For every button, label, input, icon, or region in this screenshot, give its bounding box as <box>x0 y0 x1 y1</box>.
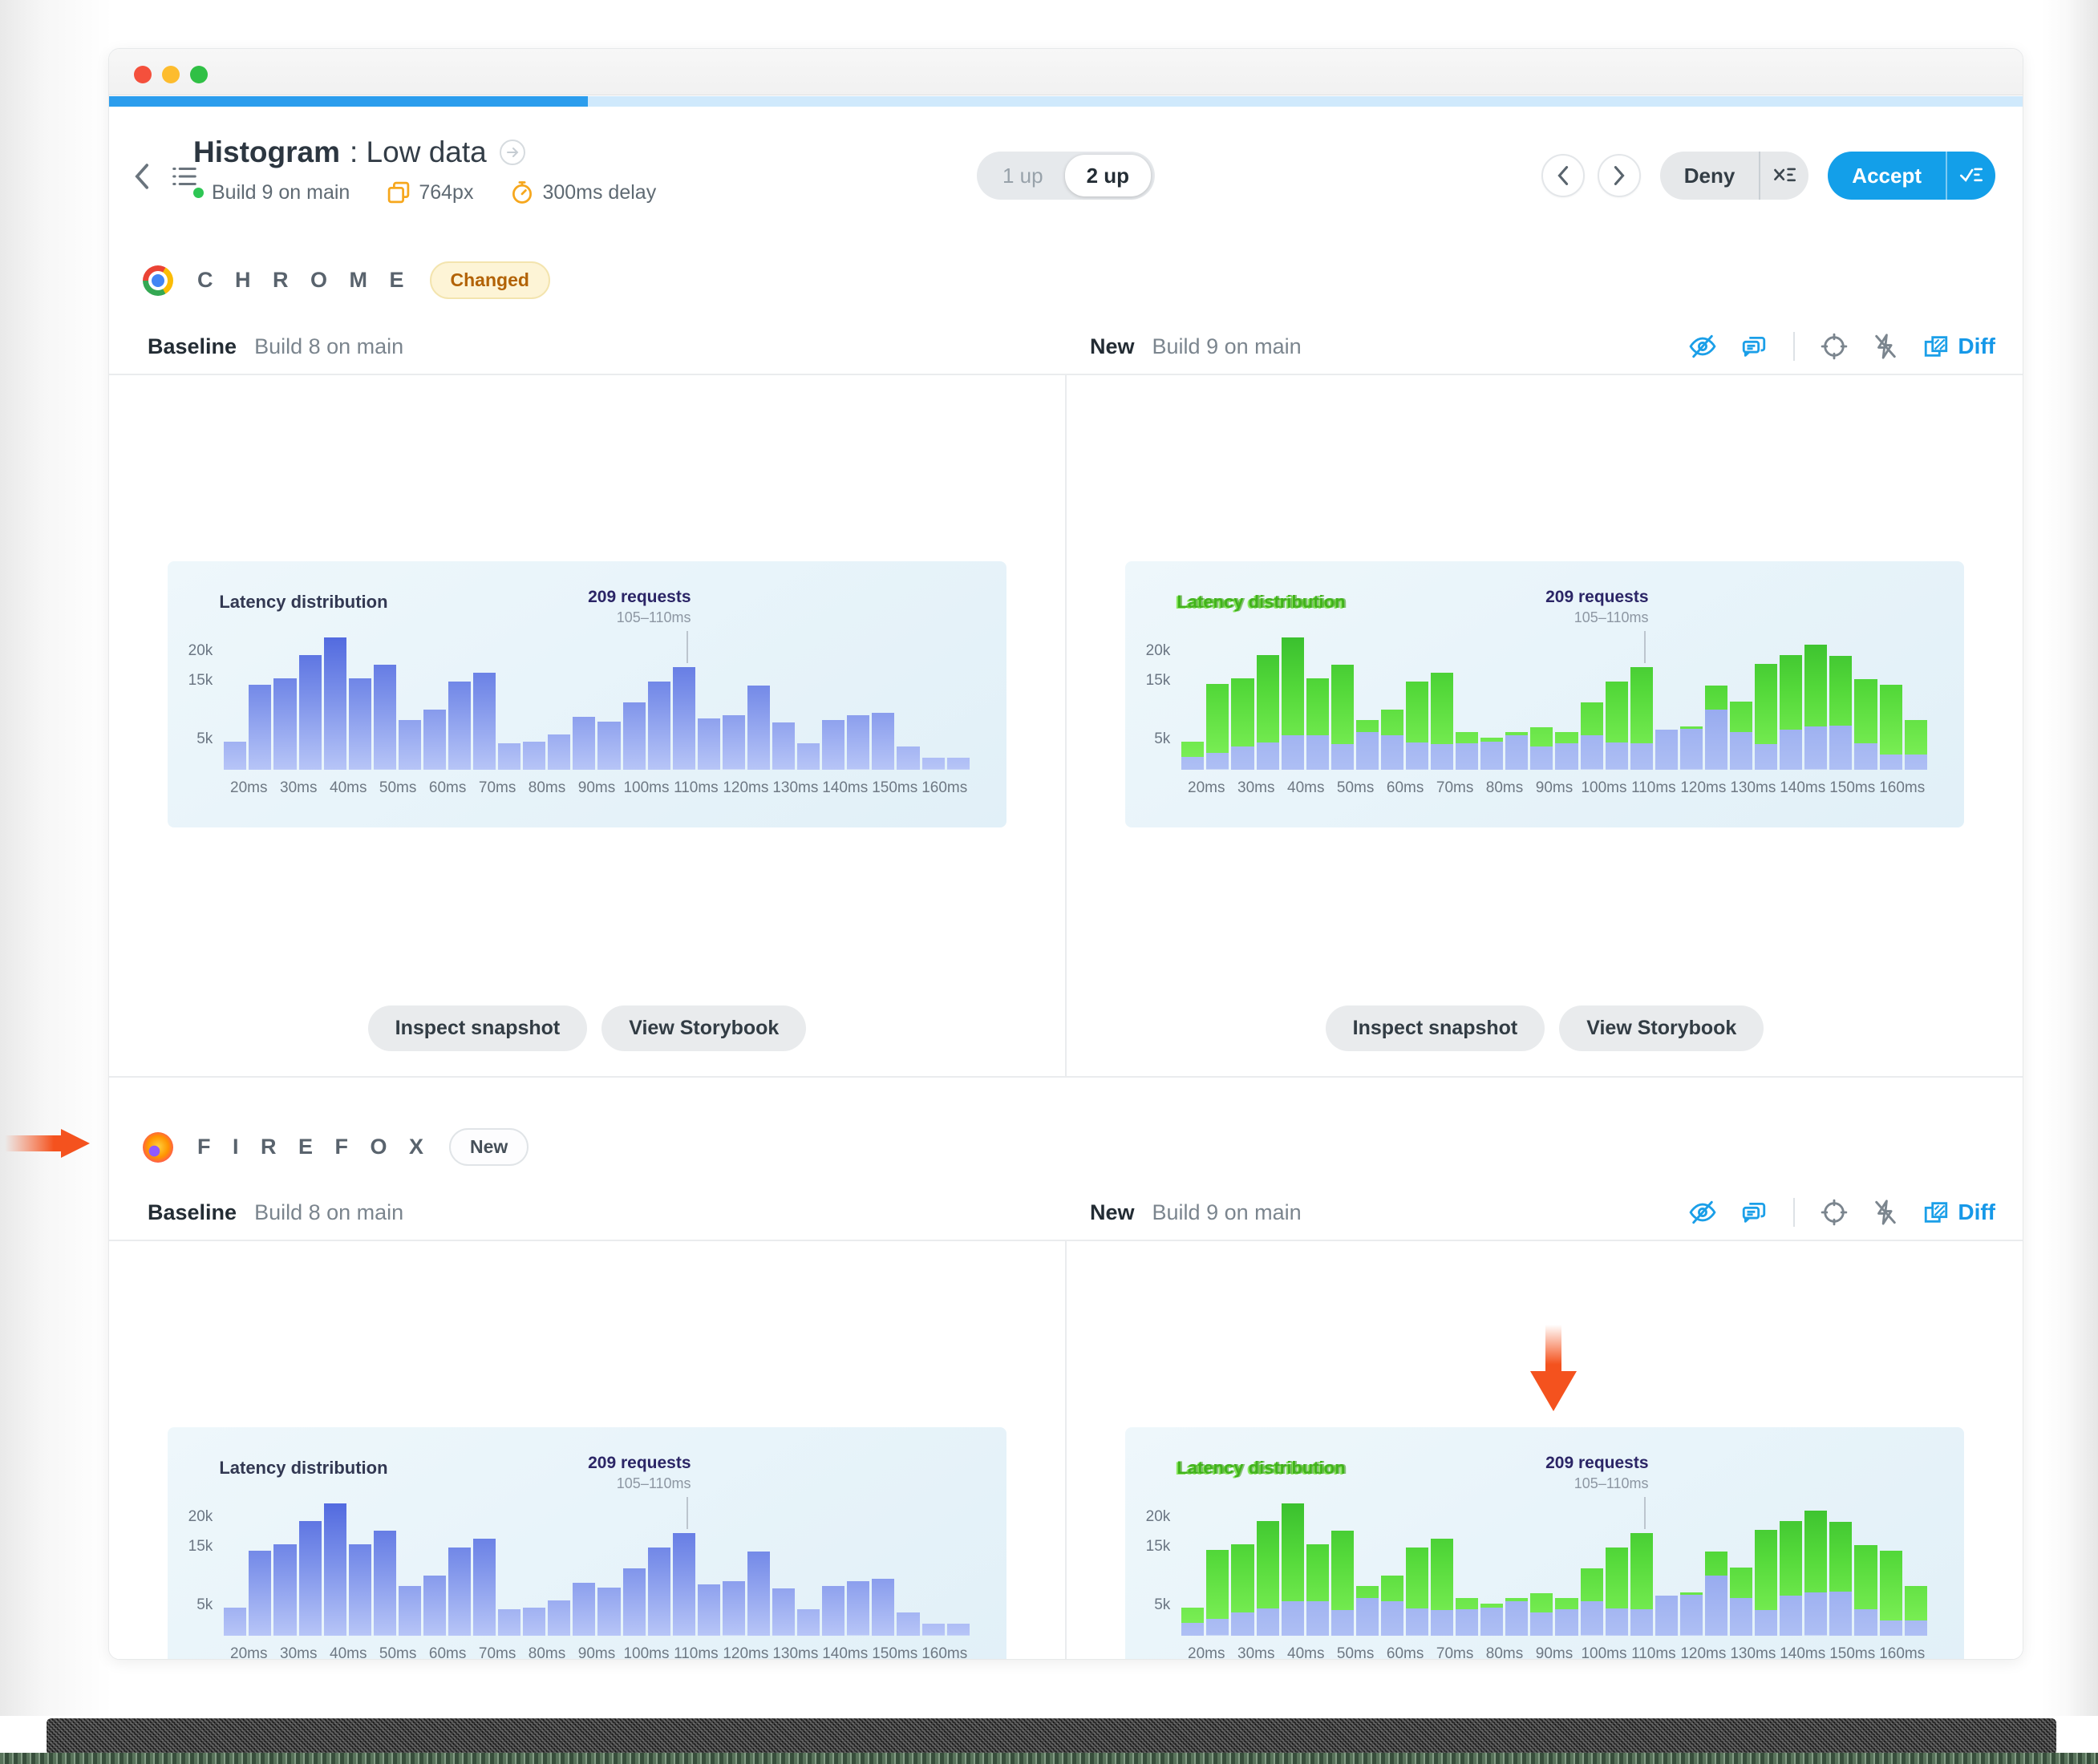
page-bottom-strip <box>0 1753 2098 1764</box>
view-storybook-button[interactable]: View Storybook <box>1559 1005 1764 1051</box>
accept-split-button: Accept <box>1828 152 1995 200</box>
snapshot-chart-baseline-chrome: Latency distribution 5k 15k 20k 209 request… <box>168 561 1006 827</box>
diff-icon <box>1925 336 1948 357</box>
diff-icon <box>1925 1202 1948 1223</box>
flash-off-icon[interactable] <box>1870 331 1901 362</box>
app-window: Histogram : Low data Build 9 on main 764… <box>108 48 2023 1660</box>
status-badge-new: New <box>449 1128 529 1166</box>
comments-icon[interactable] <box>1739 1197 1769 1228</box>
timer-icon <box>512 181 533 204</box>
viewport-icon <box>388 181 410 204</box>
deny-split-button: Deny <box>1659 152 1809 200</box>
new-label: New <box>1090 334 1135 358</box>
accept-batch-icon[interactable] <box>1947 152 1995 200</box>
new-snapshot-pane-chrome: Latency distribution 5k 15k 20k 209 request… <box>1065 375 2023 1076</box>
flash-off-icon[interactable] <box>1870 1197 1901 1228</box>
deny-button[interactable]: Deny <box>1660 152 1760 200</box>
focus-crosshair-icon[interactable] <box>1819 331 1849 362</box>
baseline-build-label: Build 8 on main <box>254 1200 404 1224</box>
snapshot-chart-new-chrome: Latency distribution 5k 15k 20k 209 request… <box>1125 561 1964 827</box>
snapshot-chart-baseline-firefox: Latency distribution 5k 15k 20k 209 request… <box>168 1427 1006 1659</box>
viewport-size: 764px <box>387 180 473 204</box>
diff-toggle[interactable]: Diff <box>1922 1199 1995 1226</box>
story-meta-row: Build 9 on main 764px 300ms delay <box>193 180 656 204</box>
chrome-icon <box>143 265 173 296</box>
page-left-gradient <box>0 0 112 1716</box>
build-status: Build 9 on main <box>193 181 350 204</box>
annotation-arrow-down-icon <box>1530 1325 1577 1413</box>
baseline-snapshot-pane-chrome: Latency distribution 5k 15k 20k 209 request… <box>109 375 1065 1076</box>
annotation-arrow-right-icon <box>5 1129 90 1158</box>
snapshot-toolbar: Diff <box>1687 331 1995 362</box>
delay-label: 300ms delay <box>542 180 657 204</box>
build-status-label: Build 9 on main <box>212 180 350 204</box>
layout-toggle: 1 up 2 up <box>976 152 1156 200</box>
chart-title: Latency distribution <box>219 1458 388 1478</box>
diff-label: Diff <box>1958 1200 1995 1224</box>
back-button[interactable] <box>127 161 157 192</box>
zoom-window-button[interactable] <box>190 66 208 83</box>
story-component-name: Histogram <box>193 136 340 168</box>
chart-title: Latency distribution <box>219 592 388 612</box>
browser-section-header-chrome: C H R O M E Changed <box>143 261 550 299</box>
new-snapshot-pane-firefox: Latency distribution 5k 15k 20k 209 request… <box>1065 1241 2023 1659</box>
story-name: : Low data <box>349 136 487 168</box>
view-storybook-button[interactable]: View Storybook <box>601 1005 807 1051</box>
hide-baseline-eye-off-icon[interactable] <box>1687 1197 1718 1228</box>
snapshot-chart-new-firefox: Latency distribution 5k 15k 20k 209 request… <box>1125 1427 1964 1659</box>
new-label: New <box>1090 1200 1135 1224</box>
inspect-snapshot-button[interactable]: Inspect snapshot <box>1325 1005 1545 1051</box>
new-build-label: Build 9 on main <box>1152 1200 1302 1224</box>
focus-crosshair-icon[interactable] <box>1819 1197 1849 1228</box>
baseline-snapshot-pane-firefox: Latency distribution 5k 15k 20k 209 request… <box>109 1241 1065 1659</box>
deny-batch-icon[interactable] <box>1760 152 1808 200</box>
diff-toggle[interactable]: Diff <box>1922 333 1995 360</box>
next-change-button[interactable] <box>1597 154 1641 197</box>
diff-label: Diff <box>1958 334 1995 358</box>
page-title: Histogram : Low data <box>193 136 656 169</box>
close-window-button[interactable] <box>134 66 152 83</box>
browser-section-header-firefox: F I R E F O X New <box>143 1128 529 1166</box>
toolbar-divider <box>1793 332 1796 361</box>
review-progress-bar <box>109 96 2023 107</box>
status-badge-changed: Changed <box>429 261 550 299</box>
browser-label-firefox: F I R E F O X <box>197 1135 432 1159</box>
delay-setting: 300ms delay <box>510 180 656 204</box>
hide-baseline-eye-off-icon[interactable] <box>1687 331 1718 362</box>
baseline-build-label: Build 8 on main <box>254 334 404 358</box>
chart-title-diff: Latency distribution <box>1177 592 1346 612</box>
window-shadow <box>47 1718 2056 1755</box>
baseline-label: Baseline <box>148 334 237 358</box>
comments-icon[interactable] <box>1739 331 1769 362</box>
go-to-story-icon[interactable] <box>499 140 525 165</box>
firefox-icon <box>143 1131 173 1163</box>
progress-fill <box>109 96 588 107</box>
build-status-dot-icon <box>193 187 204 198</box>
toggle-1up[interactable]: 1 up <box>981 156 1065 196</box>
baseline-label: Baseline <box>148 1200 237 1224</box>
inspect-snapshot-button[interactable]: Inspect snapshot <box>367 1005 588 1051</box>
minimize-window-button[interactable] <box>162 66 180 83</box>
previous-change-button[interactable] <box>1541 154 1585 197</box>
toggle-2up[interactable]: 2 up <box>1064 155 1152 196</box>
browser-label-chrome: C H R O M E <box>197 268 412 292</box>
viewport-label: 764px <box>419 180 474 204</box>
toolbar-divider <box>1793 1198 1796 1227</box>
new-build-label: Build 9 on main <box>1152 334 1302 358</box>
accept-button[interactable]: Accept <box>1828 152 1946 200</box>
page-right-gradient <box>2042 0 2098 1716</box>
window-titlebar <box>109 49 2023 95</box>
snapshot-toolbar: Diff <box>1687 1197 1995 1228</box>
chart-title-diff: Latency distribution <box>1177 1458 1346 1478</box>
